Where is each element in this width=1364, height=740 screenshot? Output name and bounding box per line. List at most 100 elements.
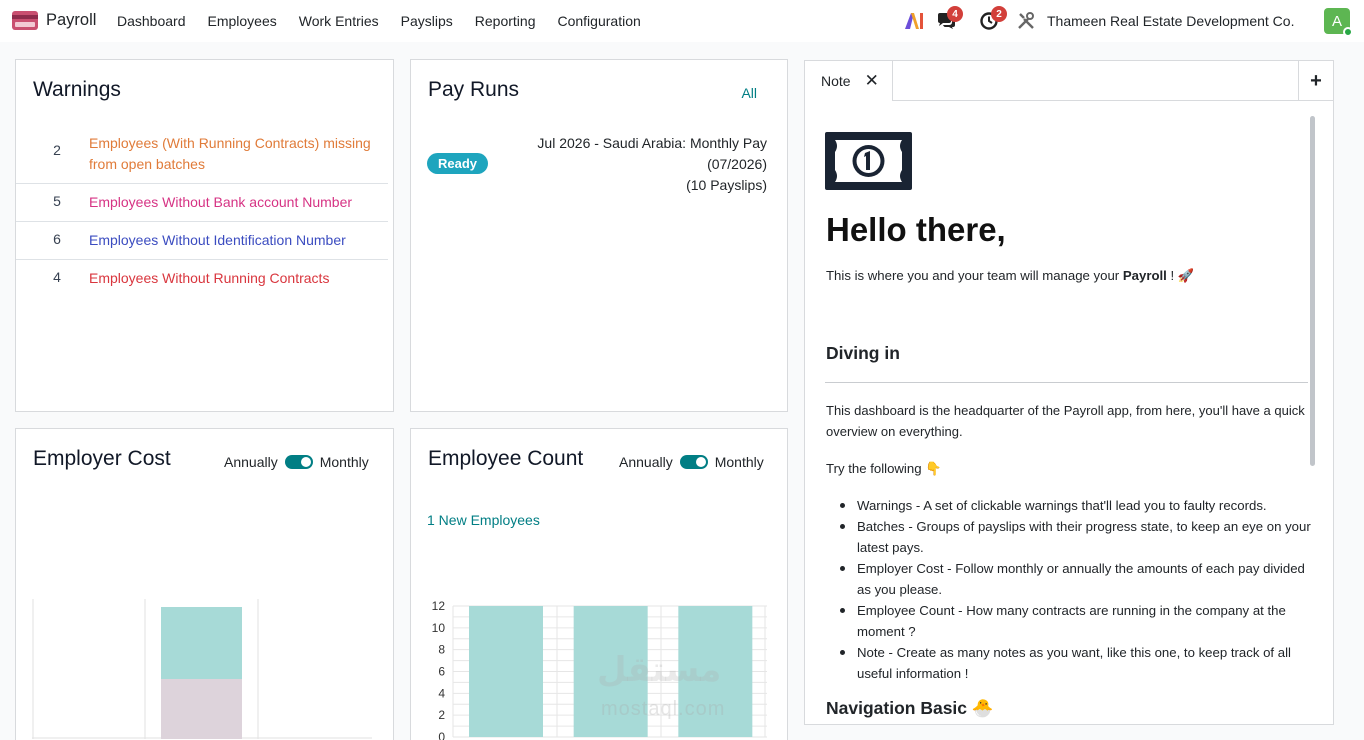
tab-note-label: Note: [821, 73, 851, 89]
company-switcher[interactable]: Thameen Real Estate Development Co.: [1047, 0, 1294, 42]
employee-count-chart: 0 2 4 6 8 10 12: [432, 599, 767, 740]
money-bill-icon: [825, 132, 912, 190]
pay-run-payslip-count: (10 Payslips): [686, 177, 767, 193]
y-tick-label: 2: [438, 708, 445, 722]
note-intro: This is where you and your team will man…: [826, 265, 1194, 286]
employer-cost-title: Employer Cost: [33, 447, 171, 470]
menu-dashboard[interactable]: Dashboard: [106, 13, 197, 29]
warning-link[interactable]: Employees Without Bank account Number: [89, 192, 352, 213]
warning-row[interactable]: 4 Employees Without Running Contracts: [16, 260, 388, 298]
divider: [825, 382, 1308, 383]
warning-count: 4: [53, 269, 61, 285]
pay-run-item[interactable]: Jul 2026 - Saudi Arabia: Monthly Pay (07…: [537, 133, 767, 196]
messages-badge: 4: [947, 6, 963, 22]
warning-row[interactable]: 6 Employees Without Identification Numbe…: [16, 222, 388, 260]
add-note-button[interactable]: +: [1298, 61, 1333, 101]
y-tick-label: 4: [438, 686, 445, 700]
menu-employees[interactable]: Employees: [197, 13, 288, 29]
pay-runs-all-link[interactable]: All: [741, 85, 757, 101]
list-item: Note - Create as many notes as you want,…: [840, 642, 1312, 684]
warnings-title: Warnings: [33, 78, 121, 101]
watermark-url: mostaql.com: [601, 698, 726, 720]
monthly-label[interactable]: Monthly: [320, 454, 369, 470]
app-brand[interactable]: Payroll: [46, 11, 96, 30]
pay-runs-card: Pay Runs All Ready Jul 2026 - Saudi Arab…: [410, 59, 788, 412]
warning-link[interactable]: Employees (With Running Contracts) missi…: [89, 133, 371, 175]
watermark: مستقل: [597, 651, 722, 689]
new-employees-link[interactable]: 1 New Employees: [427, 512, 540, 528]
payroll-app-icon[interactable]: [12, 11, 38, 30]
bar: [469, 606, 543, 737]
plus-icon: +: [1310, 69, 1322, 92]
note-scrollbar[interactable]: [1310, 116, 1315, 466]
warning-row[interactable]: 2 Employees (With Running Contracts) mis…: [16, 124, 388, 184]
pay-runs-title: Pay Runs: [428, 78, 520, 101]
tab-note[interactable]: Note ✕: [805, 61, 893, 101]
user-menu[interactable]: A: [1324, 0, 1353, 42]
ai-icon[interactable]: [904, 0, 924, 42]
warnings-card: Warnings 2 Employees (With Running Contr…: [15, 59, 394, 412]
annually-label[interactable]: Annually: [619, 454, 673, 470]
pay-run-period: (07/2026): [707, 156, 767, 172]
warning-count: 6: [53, 231, 61, 247]
y-tick-label: 6: [438, 665, 445, 679]
list-item: Warnings - A set of clickable warnings t…: [840, 495, 1312, 516]
activities-badge: 2: [991, 6, 1007, 22]
status-badge: Ready: [427, 153, 489, 174]
top-navbar: Payroll Dashboard Employees Work Entries…: [0, 0, 1364, 42]
online-status-dot: [1343, 27, 1353, 37]
bar: [161, 607, 242, 679]
annually-label[interactable]: Annually: [224, 454, 278, 470]
menu-reporting[interactable]: Reporting: [464, 13, 547, 29]
monthly-label[interactable]: Monthly: [715, 454, 764, 470]
warning-count: 5: [53, 193, 61, 209]
note-heading: Hello there,: [826, 211, 1006, 248]
close-icon[interactable]: ✕: [865, 71, 879, 91]
note-subheading: Diving in: [826, 343, 900, 363]
intro-rocket: ! 🚀: [1166, 268, 1195, 283]
y-tick-label: 8: [438, 643, 445, 657]
y-tick-label: 12: [432, 599, 446, 613]
bar: [161, 679, 242, 739]
employer-cost-chart: [32, 599, 372, 739]
period-switch[interactable]: [679, 455, 708, 469]
note-tabs: Note ✕ +: [805, 61, 1333, 101]
employee-count-card: Employee Count Annually Monthly 1 New Em…: [410, 428, 788, 740]
warning-line: Employees (With Running Contracts) missi…: [89, 135, 371, 151]
navbar-systray: 4 2 Thameen Real Estate Development Co. …: [904, 0, 1364, 42]
y-tick-label: 0: [438, 730, 445, 740]
note-list: Warnings - A set of clickable warnings t…: [840, 495, 1312, 684]
warning-row[interactable]: 5 Employees Without Bank account Number: [16, 184, 388, 222]
intro-text: This is where you and your team will man…: [826, 268, 1123, 283]
activities-icon[interactable]: 2: [980, 0, 1007, 42]
y-tick-label: 10: [432, 621, 446, 635]
avatar[interactable]: A: [1324, 8, 1353, 37]
menu-work-entries[interactable]: Work Entries: [288, 13, 390, 29]
pay-run-name: Jul 2026 - Saudi Arabia: Monthly Pay: [537, 135, 767, 151]
menu-configuration[interactable]: Configuration: [546, 13, 651, 29]
employer-cost-card: Employer Cost Annually Monthly: [15, 428, 394, 740]
note-subheading: Navigation Basic 🐣: [826, 698, 994, 718]
employer-cost-period-toggle[interactable]: Annually Monthly: [224, 454, 369, 470]
warning-link[interactable]: Employees Without Running Contracts: [89, 268, 329, 289]
messages-icon[interactable]: 4: [936, 0, 963, 42]
menu-payslips[interactable]: Payslips: [390, 13, 464, 29]
note-paragraph: This dashboard is the headquarter of the…: [826, 403, 1305, 439]
main-menu: Dashboard Employees Work Entries Payslip…: [106, 0, 652, 42]
warning-link[interactable]: Employees Without Identification Number: [89, 230, 346, 251]
warning-line: from open batches: [89, 156, 205, 172]
tools-icon[interactable]: [1017, 0, 1035, 42]
period-switch[interactable]: [284, 455, 313, 469]
note-try: Try the following 👇: [826, 461, 942, 476]
avatar-letter: A: [1331, 12, 1342, 30]
list-item: Batches - Groups of payslips with their …: [840, 516, 1312, 558]
list-item: Employee Count - How many contracts are …: [840, 600, 1312, 642]
note-panel: Note ✕ + Hello there, This is where you …: [804, 60, 1334, 725]
company-name[interactable]: Thameen Real Estate Development Co.: [1047, 13, 1294, 29]
employee-count-title: Employee Count: [428, 447, 584, 470]
list-item: Employer Cost - Follow monthly or annual…: [840, 558, 1312, 600]
warning-count: 2: [53, 142, 61, 158]
intro-bold: Payroll: [1122, 268, 1167, 283]
note-content[interactable]: Hello there, This is where you and your …: [825, 101, 1312, 724]
employee-count-period-toggle[interactable]: Annually Monthly: [619, 454, 764, 470]
